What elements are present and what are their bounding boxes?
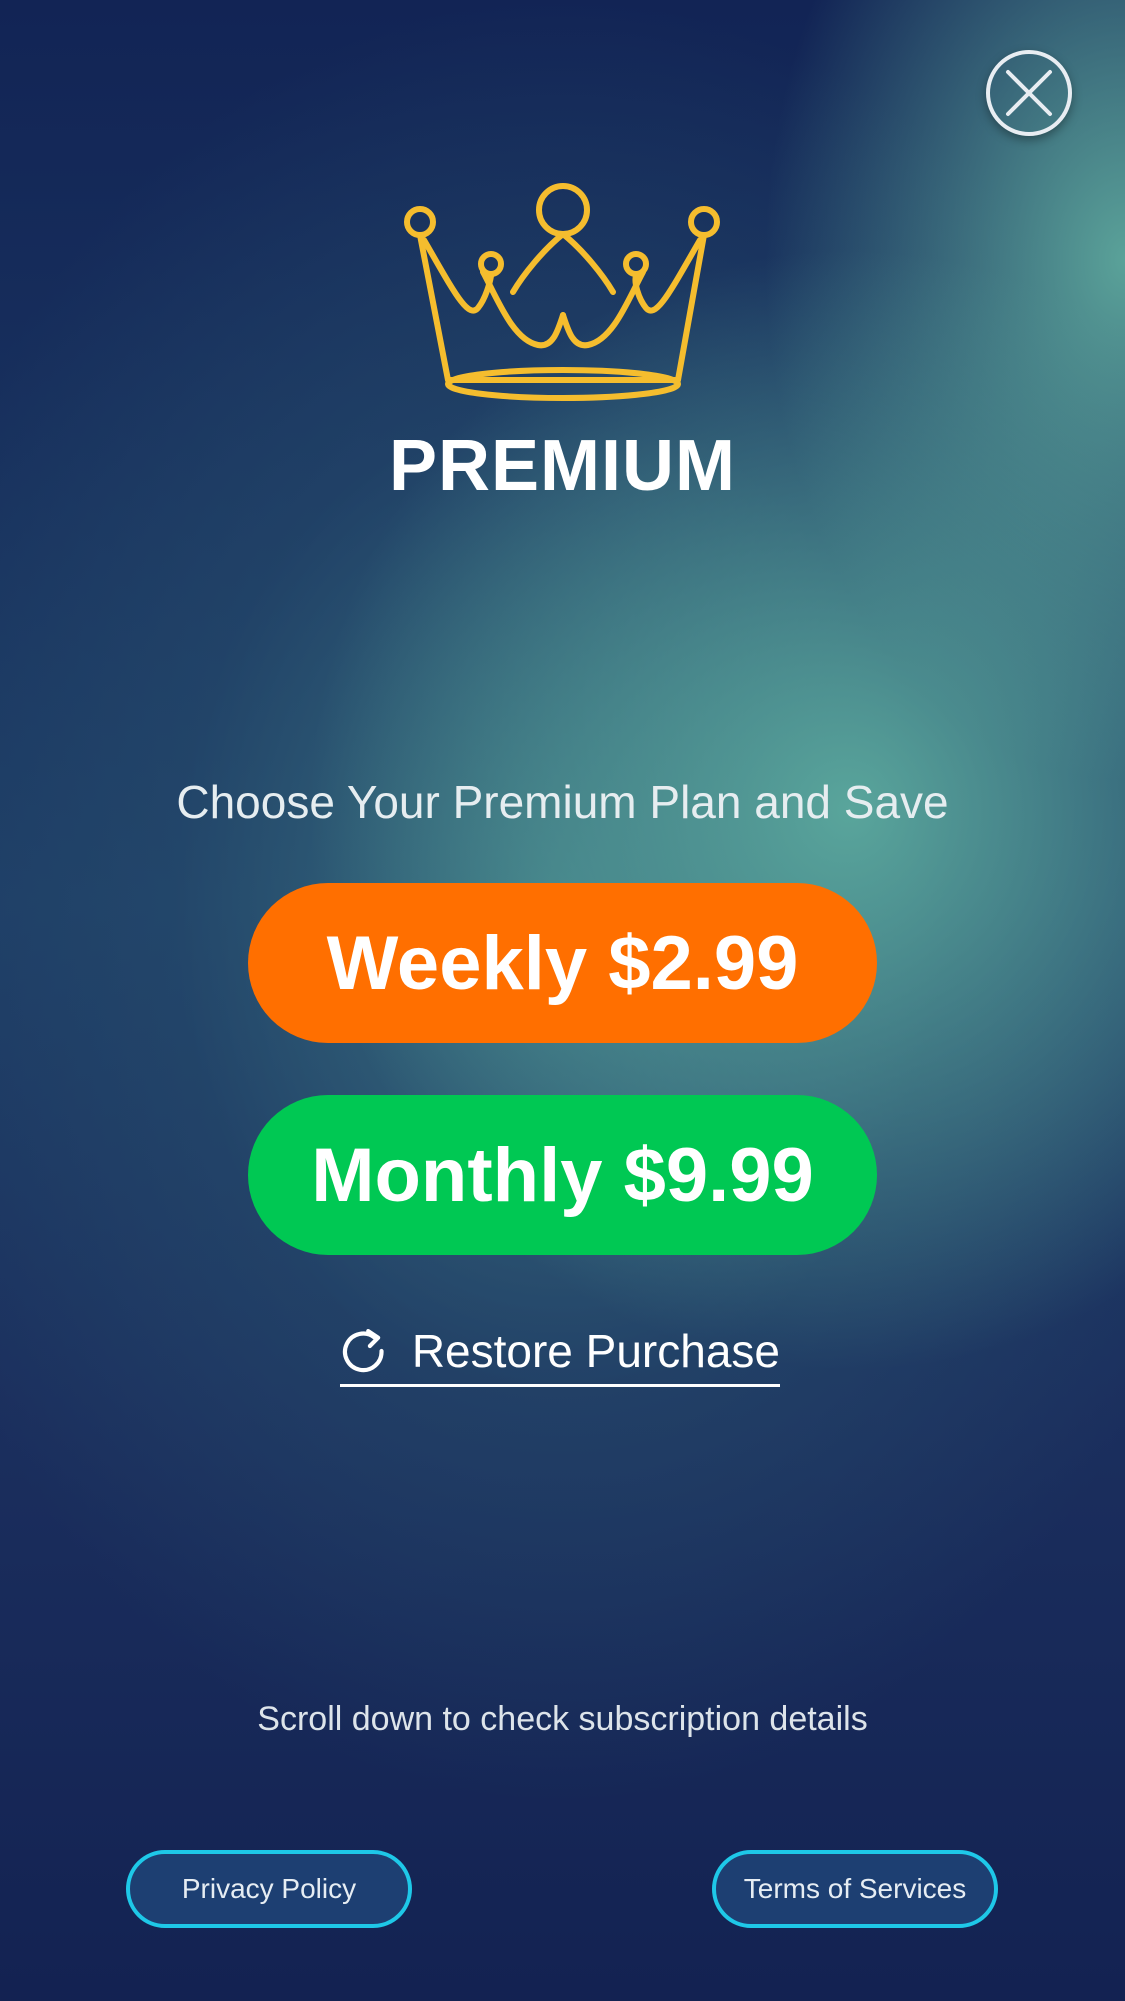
premium-paywall-screen: PREMIUM Choose Your Premium Plan and Sav… bbox=[0, 0, 1125, 2001]
terms-of-services-label: Terms of Services bbox=[743, 1873, 967, 1904]
weekly-plan-button[interactable]: Weekly $2.99 bbox=[248, 883, 877, 1043]
scroll-hint-text: Scroll down to check subscription detail… bbox=[257, 1700, 868, 1738]
weekly-plan-label: Weekly $2.99 bbox=[326, 920, 799, 1006]
monthly-plan-button[interactable]: Monthly $9.99 bbox=[248, 1095, 877, 1255]
privacy-policy-label: Privacy Policy bbox=[181, 1873, 357, 1904]
monthly-plan-label: Monthly $9.99 bbox=[311, 1132, 814, 1218]
close-icon bbox=[1006, 70, 1052, 116]
restore-purchase-label: Restore Purchase bbox=[411, 1325, 780, 1377]
plan-subtitle: Choose Your Premium Plan and Save bbox=[176, 776, 949, 828]
terms-of-services-button[interactable]: Terms of Services bbox=[712, 1850, 998, 1928]
refresh-icon bbox=[342, 1328, 384, 1373]
restore-purchase-link[interactable]: Restore Purchase bbox=[340, 1318, 780, 1387]
crown-icon bbox=[404, 183, 720, 401]
privacy-policy-button[interactable]: Privacy Policy bbox=[126, 1850, 412, 1928]
page-title: PREMIUM bbox=[389, 426, 736, 506]
close-button[interactable] bbox=[986, 50, 1072, 136]
